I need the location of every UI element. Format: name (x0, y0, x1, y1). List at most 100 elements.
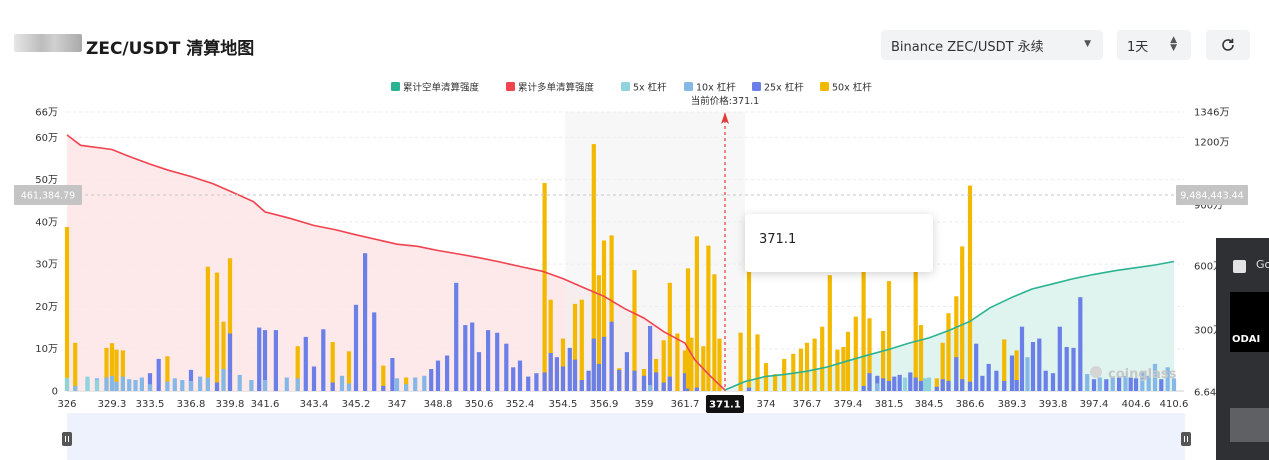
bar-lev10 (262, 380, 268, 391)
bar-lev50 (960, 246, 965, 391)
x-axis-tick-label: 329.3 (98, 399, 127, 410)
bar-lev10 (422, 375, 427, 391)
bar-lev25 (648, 325, 653, 391)
bar-lev25 (534, 373, 539, 391)
bar-lev10 (139, 377, 144, 391)
left-crosshair-value: 461,384.79 (21, 191, 75, 202)
bar-lev25 (486, 330, 491, 391)
bar-lev10 (104, 377, 109, 391)
x-axis-tick-label: 356.9 (590, 399, 619, 410)
bar-lev10 (875, 383, 880, 391)
x-axis-tick-label: 374 (756, 399, 775, 410)
legend-swatch (752, 82, 761, 91)
popup-placeholder (1230, 408, 1269, 442)
tooltip-value: 371.1 (759, 232, 797, 247)
right-axis-tick-label: 1200万 (1194, 138, 1229, 149)
x-axis-tick-label: 345.2 (342, 399, 371, 410)
bar-lev25 (609, 321, 614, 391)
browser-popup[interactable]: Go ODAI (1216, 238, 1269, 460)
bar-lev25 (476, 352, 482, 391)
bar-lev5 (64, 377, 70, 391)
y-axis-tick-label: 66万 (35, 108, 58, 119)
bar-lev10 (221, 369, 226, 391)
bar-lev25 (867, 373, 872, 391)
bar-lev25 (381, 385, 386, 391)
bar-lev25 (445, 355, 450, 391)
bar-lev25 (1002, 380, 1007, 391)
x-axis-tick-label: 379.4 (834, 399, 863, 410)
bar-lev25 (1014, 380, 1019, 391)
bar-lev10 (114, 381, 119, 391)
bar-lev50 (886, 281, 892, 391)
bar-lev10 (109, 375, 115, 391)
bar-lev25 (586, 370, 591, 391)
popup-thumbnail-label: ODAI (1232, 334, 1261, 345)
legend-label: 累计多单清算强度 (518, 82, 595, 94)
bar-lev10 (198, 376, 203, 391)
current-price-axis-label: 371.1 (709, 400, 741, 411)
bar-lev25 (156, 358, 161, 391)
bar-lev25 (504, 343, 509, 391)
bar-lev25 (892, 376, 897, 391)
legend-label: 25x 杠杆 (764, 82, 804, 94)
legend-swatch (506, 82, 515, 91)
bar-lev25 (632, 370, 637, 391)
bar-lev50 (861, 270, 866, 391)
bar-lev25 (303, 336, 308, 391)
bar-lev25 (617, 369, 622, 391)
y-axis-tick-label: 30万 (35, 260, 58, 271)
bar-lev25 (886, 380, 892, 391)
chrome-icon (1233, 260, 1246, 273)
x-axis-tick-label: 336.8 (177, 399, 206, 410)
bar-lev25 (1064, 347, 1069, 391)
y-axis-tick-label: 60万 (35, 133, 58, 144)
legend-label: 累计空单清算强度 (403, 82, 480, 94)
bar-lev25 (567, 347, 572, 391)
bar-lev10 (127, 379, 132, 391)
bar-lev25 (542, 372, 547, 391)
bar-lev50 (967, 185, 973, 391)
bar-lev10 (205, 377, 210, 391)
bar-lev25 (1030, 342, 1036, 391)
x-axis-tick-label: 333.5 (136, 399, 165, 410)
bar-lev10 (1025, 357, 1030, 391)
x-axis-tick-label: 389.3 (998, 399, 1027, 410)
x-axis-tick-label: 347 (387, 399, 406, 410)
bar-lev10 (237, 374, 242, 391)
bar-lev10 (404, 384, 409, 391)
bar-lev25 (946, 380, 951, 391)
bar-lev25 (470, 322, 475, 391)
bar-lev25 (363, 253, 368, 391)
watermark: coinglass (1108, 367, 1177, 382)
bar-lev25 (746, 387, 752, 391)
bar-lev25 (517, 360, 523, 391)
bar-lev5 (926, 377, 932, 391)
bar-lev50 (946, 313, 951, 391)
bar-lev25 (1009, 355, 1015, 391)
bar-lev10 (172, 378, 177, 391)
bar-lev5 (922, 378, 928, 391)
bar-lev10 (249, 380, 254, 391)
bar-lev25 (601, 336, 607, 391)
x-axis-tick-label: 341.6 (251, 399, 280, 410)
x-axis-tick-label: 381.5 (875, 399, 904, 410)
bar-lev25 (495, 332, 500, 391)
bar-lev25 (918, 380, 924, 391)
bar-lev10 (147, 384, 153, 391)
zoom-slider-handle[interactable] (62, 432, 72, 446)
bar-lev25 (667, 376, 672, 391)
legend-label: 5x 杠杆 (633, 82, 667, 94)
current-price-label: 当前价格:371.1 (691, 95, 759, 107)
bar-lev25 (596, 363, 601, 391)
bar-lev25 (1019, 326, 1025, 391)
bar-lev25 (372, 312, 377, 391)
bar-lev5 (85, 376, 90, 391)
bar-lev10 (180, 380, 185, 391)
bar-lev25 (579, 380, 584, 391)
zoom-slider-handle[interactable] (1181, 432, 1191, 446)
legend-swatch (684, 82, 693, 91)
bar-lev50 (667, 282, 672, 391)
bar-lev25 (661, 382, 666, 391)
bar-lev25 (330, 382, 335, 391)
bar-lev10 (648, 385, 653, 391)
